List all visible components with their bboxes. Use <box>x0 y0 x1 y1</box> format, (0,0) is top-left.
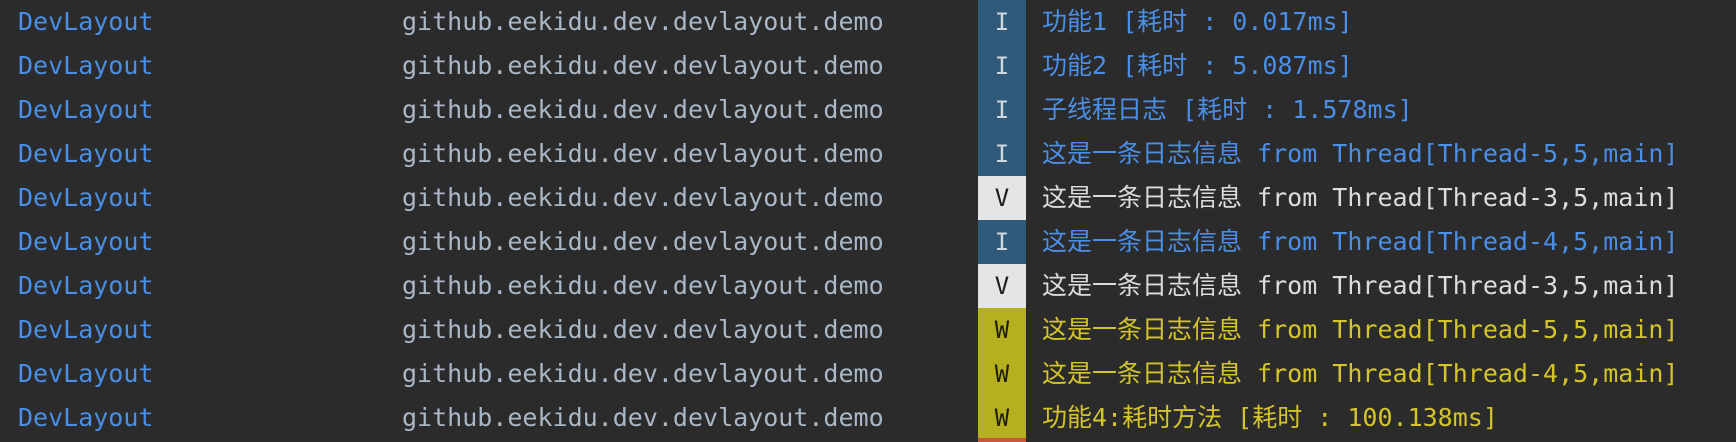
log-message: 功能2 [耗时 : 5.087ms] <box>1042 51 1353 80</box>
log-row[interactable]: DevLayout github.eekidu.dev.devlayout.de… <box>0 0 1736 44</box>
log-package: github.eekidu.dev.devlayout.demo <box>402 403 884 432</box>
log-tag: DevLayout <box>18 95 154 124</box>
log-level-badge: I <box>978 132 1026 176</box>
log-tag: DevLayout <box>18 403 154 432</box>
log-package: github.eekidu.dev.devlayout.demo <box>402 271 884 300</box>
log-package: github.eekidu.dev.devlayout.demo <box>402 183 884 212</box>
log-message: 子线程日志 [耗时 : 1.578ms] <box>1042 95 1413 124</box>
log-tag: DevLayout <box>18 271 154 300</box>
log-level-badge: I <box>978 0 1026 44</box>
log-message: 这是一条日志信息 from Thread[Thread-5,5,main] <box>1042 139 1679 168</box>
log-message: 这是一条日志信息 from Thread[Thread-3,5,main] <box>1042 271 1679 300</box>
log-level-badge: W <box>978 396 1026 440</box>
log-message: 这是一条日志信息 from Thread[Thread-3,5,main] <box>1042 183 1679 212</box>
log-package: github.eekidu.dev.devlayout.demo <box>402 227 884 256</box>
log-tag: DevLayout <box>18 183 154 212</box>
log-tag: DevLayout <box>18 315 154 344</box>
log-level-badge: W <box>978 308 1026 352</box>
log-row[interactable]: DevLayout github.eekidu.dev.devlayout.de… <box>0 220 1736 264</box>
log-tag: DevLayout <box>18 139 154 168</box>
log-tag: DevLayout <box>18 359 154 388</box>
logcat-panel: DevLayout github.eekidu.dev.devlayout.de… <box>0 0 1736 442</box>
log-level-badge: V <box>978 264 1026 308</box>
log-package: github.eekidu.dev.devlayout.demo <box>402 315 884 344</box>
next-row-level-badge-edge <box>978 438 1026 442</box>
log-message: 这是一条日志信息 from Thread[Thread-5,5,main] <box>1042 315 1679 344</box>
log-row[interactable]: DevLayout github.eekidu.dev.devlayout.de… <box>0 132 1736 176</box>
log-tag: DevLayout <box>18 7 154 36</box>
log-tag: DevLayout <box>18 227 154 256</box>
log-package: github.eekidu.dev.devlayout.demo <box>402 139 884 168</box>
log-package: github.eekidu.dev.devlayout.demo <box>402 95 884 124</box>
log-tag: DevLayout <box>18 51 154 80</box>
log-row[interactable]: DevLayout github.eekidu.dev.devlayout.de… <box>0 44 1736 88</box>
log-row[interactable]: DevLayout github.eekidu.dev.devlayout.de… <box>0 264 1736 308</box>
log-level-badge: W <box>978 352 1026 396</box>
log-message: 功能1 [耗时 : 0.017ms] <box>1042 7 1353 36</box>
log-package: github.eekidu.dev.devlayout.demo <box>402 51 884 80</box>
log-message: 这是一条日志信息 from Thread[Thread-4,5,main] <box>1042 227 1679 256</box>
log-message: 功能4:耗时方法 [耗时 : 100.138ms] <box>1042 403 1498 432</box>
log-level-badge: I <box>978 88 1026 132</box>
log-level-badge: I <box>978 44 1026 88</box>
log-package: github.eekidu.dev.devlayout.demo <box>402 7 884 36</box>
log-level-badge: I <box>978 220 1026 264</box>
log-message: 这是一条日志信息 from Thread[Thread-4,5,main] <box>1042 359 1679 388</box>
log-level-badge: V <box>978 176 1026 220</box>
log-package: github.eekidu.dev.devlayout.demo <box>402 359 884 388</box>
log-row[interactable]: DevLayout github.eekidu.dev.devlayout.de… <box>0 308 1736 352</box>
log-row[interactable]: DevLayout github.eekidu.dev.devlayout.de… <box>0 88 1736 132</box>
log-row[interactable]: DevLayout github.eekidu.dev.devlayout.de… <box>0 176 1736 220</box>
log-row[interactable]: DevLayout github.eekidu.dev.devlayout.de… <box>0 352 1736 396</box>
log-row[interactable]: DevLayout github.eekidu.dev.devlayout.de… <box>0 396 1736 440</box>
